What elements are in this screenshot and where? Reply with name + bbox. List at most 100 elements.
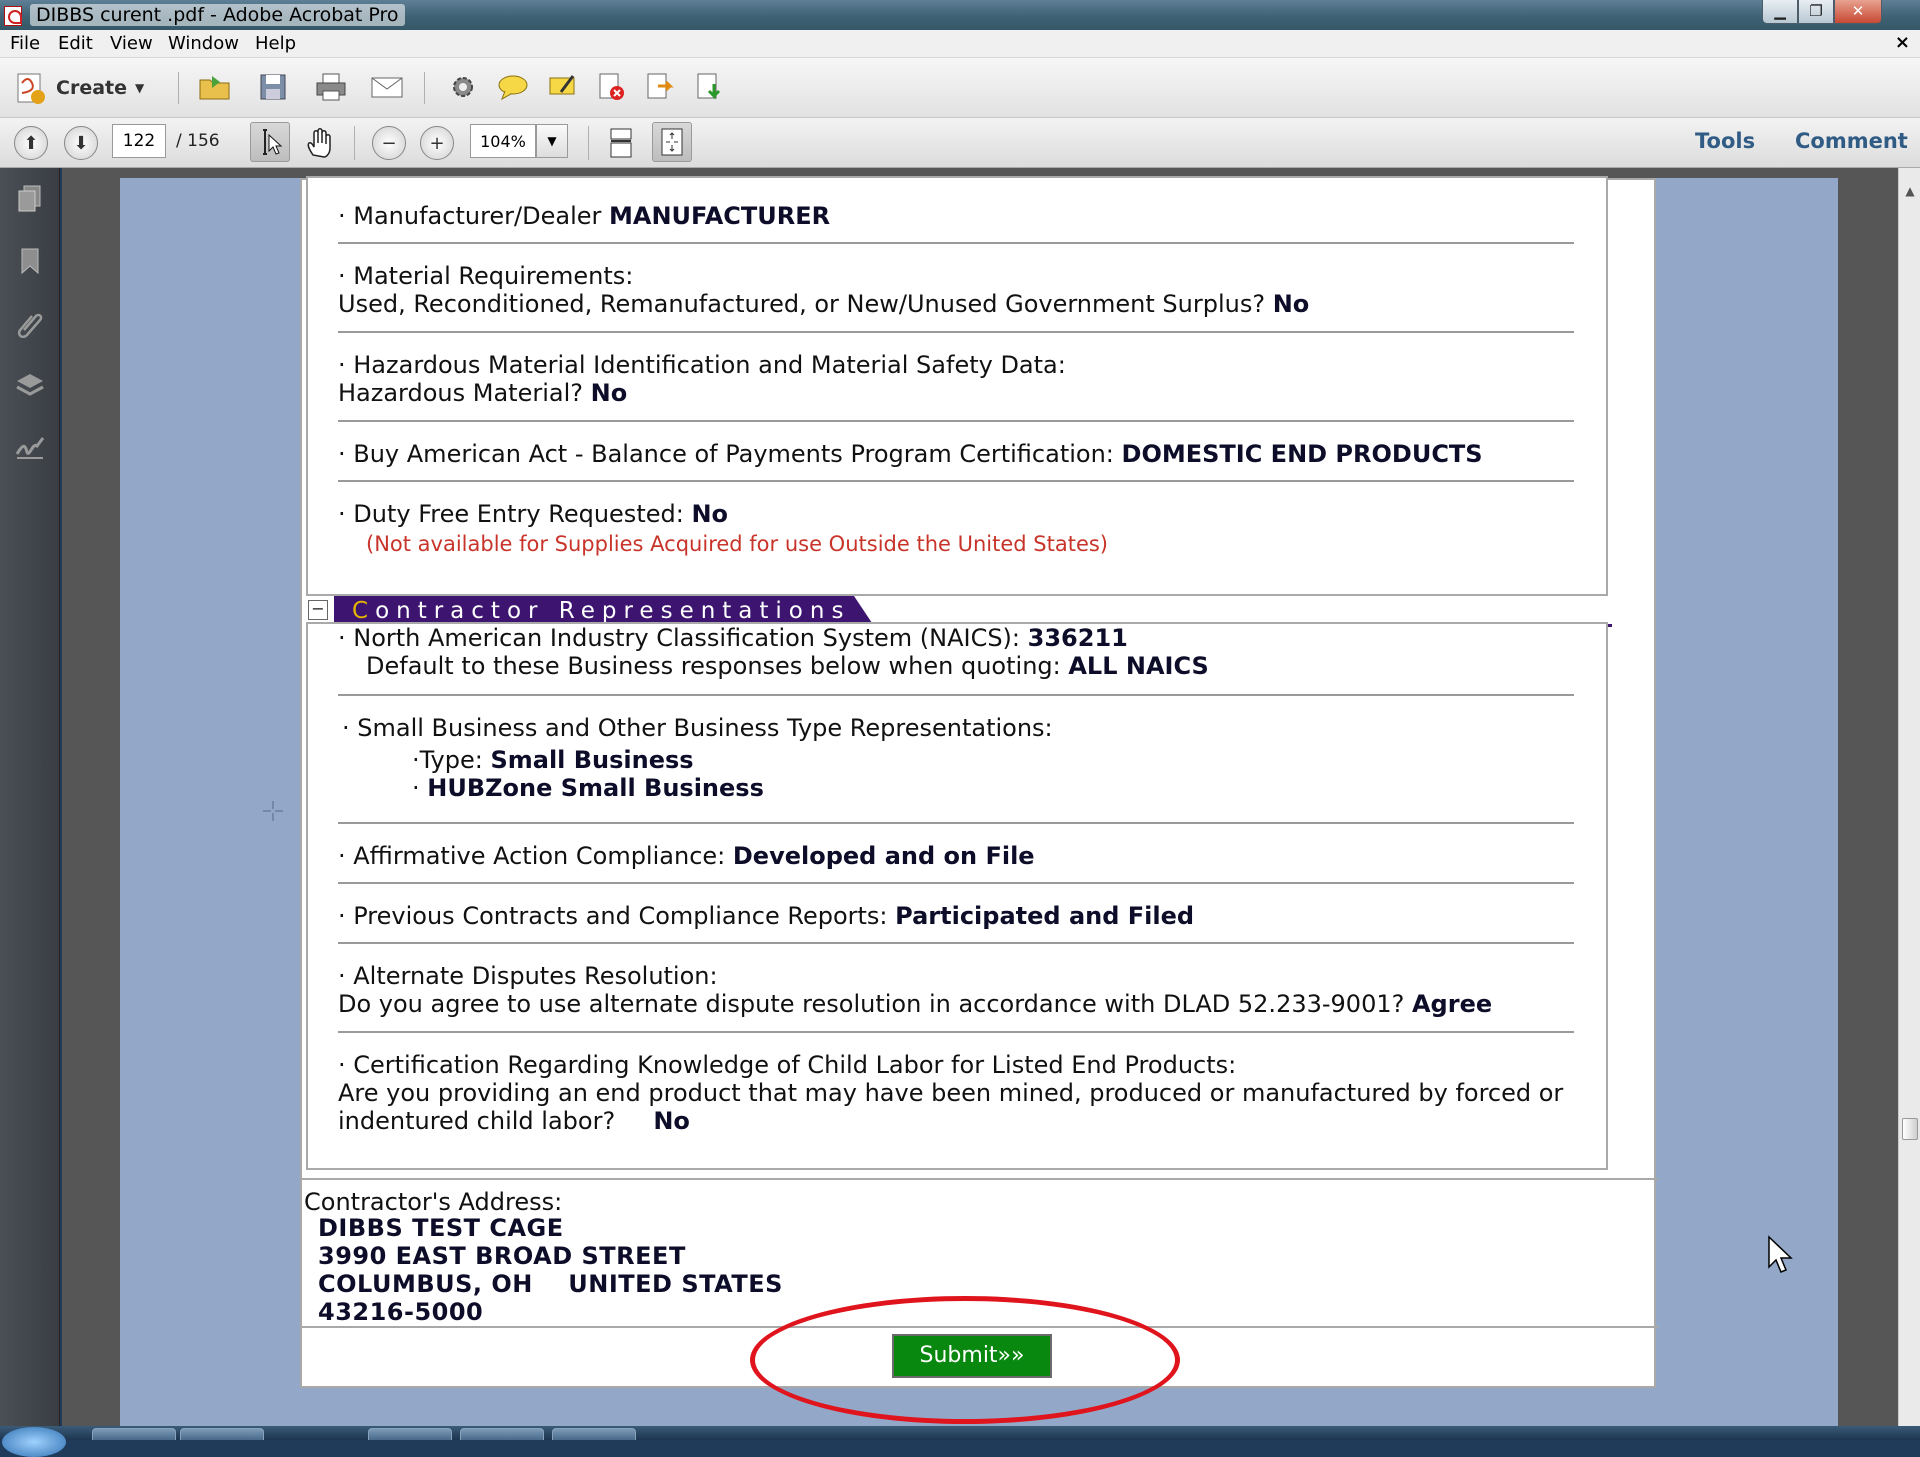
scroll-thumb[interactable] (1902, 1118, 1918, 1140)
contractor-representations-box: · North American Industry Classification… (306, 622, 1608, 1170)
attachments-icon[interactable] (13, 306, 47, 340)
child-labor-value: No (653, 1107, 690, 1135)
tools-pane-button[interactable]: Tools (1695, 129, 1755, 153)
taskbar-item[interactable] (552, 1428, 636, 1440)
scrolling-mode-icon[interactable] (604, 126, 638, 160)
create-button[interactable]: Create ▼ (14, 70, 144, 106)
child-labor-question: Are you providing an end product that ma… (338, 1079, 1564, 1107)
pages-icon[interactable] (13, 182, 47, 216)
type-value: Small Business (490, 746, 694, 774)
chevron-down-icon: ▼ (135, 81, 145, 95)
adr-row: Do you agree to use alternate dispute re… (338, 990, 1576, 1018)
open-folder-icon[interactable] (198, 70, 232, 104)
buy-american-row: · Buy American Act - Balance of Payments… (338, 440, 1576, 468)
bookmarks-icon[interactable] (13, 244, 47, 278)
acrobat-icon (4, 6, 22, 26)
save-icon[interactable] (256, 70, 290, 104)
highlight-note-icon[interactable] (546, 70, 580, 104)
menu-view[interactable]: View (110, 33, 153, 54)
hand-tool-icon[interactable] (302, 126, 336, 160)
taskbar (0, 1426, 1920, 1457)
hazmat-question: Hazardous Material? (338, 379, 591, 407)
zoom-out-icon[interactable]: − (372, 126, 406, 160)
affirmative-action-row: · Affirmative Action Compliance: Develop… (338, 842, 1576, 870)
download-file-icon[interactable] (692, 70, 726, 104)
page-total-label: / 156 (176, 131, 220, 151)
hubzone-bullet: · (412, 774, 428, 802)
collapse-section-icon[interactable]: − (308, 600, 328, 620)
mouse-pointer-icon (1768, 1235, 1793, 1273)
layers-icon[interactable] (13, 368, 47, 402)
zoom-dropdown-icon[interactable]: ▼ (536, 124, 568, 158)
previous-contracts-value: Participated and Filed (895, 902, 1195, 930)
previous-page-icon[interactable]: ⬆ (14, 126, 48, 160)
navigation-pane (0, 168, 60, 1426)
signatures-icon[interactable] (13, 430, 47, 464)
child-labor-label: · Certification Regarding Knowledge of C… (338, 1051, 1237, 1079)
buy-american-value: DOMESTIC END PRODUCTS (1121, 440, 1483, 468)
naics-default-row: Default to these Business responses belo… (366, 652, 1576, 680)
select-tool-icon[interactable] (250, 122, 290, 162)
settings-gear-icon[interactable] (446, 70, 480, 104)
menu-file[interactable]: File (10, 33, 40, 54)
manufacturer-label: · Manufacturer/Dealer (338, 202, 610, 230)
naics-default-label: Default to these Business responses belo… (366, 652, 1069, 680)
vertical-scrollbar[interactable]: ▲ (1898, 168, 1920, 1426)
minimize-button[interactable]: ▁ (1762, 0, 1798, 24)
small-business-label: · Small Business and Other Business Type… (342, 714, 1053, 742)
naics-value: 336211 (1027, 624, 1128, 652)
address-label: Contractor's Address: (304, 1188, 563, 1216)
zoom-in-icon[interactable]: + (420, 126, 454, 160)
menu-edit[interactable]: Edit (58, 33, 93, 54)
start-button[interactable] (2, 1427, 66, 1457)
naics-row: · North American Industry Classification… (338, 624, 1576, 652)
maximize-button[interactable]: ❐ (1798, 0, 1834, 24)
zoom-level-input[interactable] (470, 124, 536, 158)
manufacturer-row: · Manufacturer/Dealer MANUFACTURER (338, 202, 1576, 230)
address-line: COLUMBUS, OH UNITED STATES (318, 1270, 783, 1298)
adr-value: Agree (1411, 990, 1493, 1018)
next-page-icon[interactable]: ⬇ (64, 126, 98, 160)
certifications-box: · Manufacturer/Dealer MANUFACTURER · Mat… (306, 176, 1608, 596)
comment-pane-button[interactable]: Comment (1795, 129, 1908, 153)
adr-question: Do you agree to use alternate dispute re… (338, 990, 1412, 1018)
close-document-icon[interactable]: × (1895, 32, 1910, 53)
create-label: Create (56, 77, 127, 99)
quote-form: · Manufacturer/Dealer MANUFACTURER · Mat… (300, 176, 1658, 1388)
main-toolbar: Create ▼ (0, 58, 1920, 162)
scroll-up-icon[interactable]: ▲ (1899, 184, 1920, 198)
manufacturer-value: MANUFACTURER (609, 202, 831, 230)
hazmat-label: · Hazardous Material Identification and … (338, 351, 1066, 379)
menu-window[interactable]: Window (168, 33, 239, 54)
material-row: Used, Reconditioned, Remanufactured, or … (338, 290, 1576, 318)
pdf-page: · Manufacturer/Dealer MANUFACTURER · Mat… (120, 176, 1838, 1426)
highlight-circle-annotation (750, 1296, 1180, 1424)
naics-label: · North American Industry Classification… (338, 624, 1028, 652)
taskbar-item[interactable] (368, 1428, 452, 1440)
email-icon[interactable] (370, 70, 404, 104)
child-labor-row: indentured child labor? No (338, 1107, 1576, 1135)
address-line: DIBBS TEST CAGE (318, 1214, 564, 1242)
duty-free-row: · Duty Free Entry Requested: No (338, 500, 1576, 528)
type-row: ·Type: Small Business (412, 746, 1576, 774)
section-title-initial: C (352, 598, 376, 624)
affirmative-action-label: · Affirmative Action Compliance: (338, 842, 733, 870)
document-viewport[interactable]: · Manufacturer/Dealer MANUFACTURER · Mat… (62, 168, 1898, 1426)
print-icon[interactable] (314, 70, 348, 104)
section-title-text: ontractor Representations (375, 598, 851, 624)
taskbar-item[interactable] (92, 1428, 176, 1440)
export-file-icon[interactable] (642, 70, 676, 104)
close-window-button[interactable]: ✕ (1834, 0, 1882, 24)
menu-help[interactable]: Help (255, 33, 296, 54)
taskbar-item[interactable] (460, 1428, 544, 1440)
affirmative-action-value: Developed and on File (732, 842, 1035, 870)
redact-file-icon[interactable] (594, 70, 628, 104)
taskbar-item[interactable] (180, 1428, 264, 1440)
comment-bubble-icon[interactable] (496, 70, 530, 104)
page-number-input[interactable] (112, 124, 166, 158)
previous-contracts-row: · Previous Contracts and Compliance Repo… (338, 902, 1576, 930)
material-label: · Material Requirements: (338, 262, 634, 290)
fit-page-icon[interactable] (652, 122, 692, 162)
address-line: 43216-5000 (318, 1298, 484, 1326)
create-pdf-icon (17, 73, 45, 104)
